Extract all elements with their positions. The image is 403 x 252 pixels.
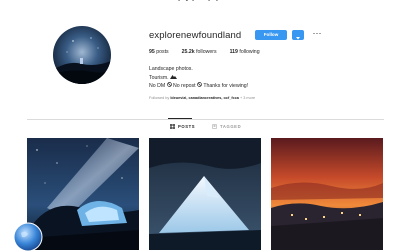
- active-tab-indicator: [168, 118, 192, 119]
- post-image-milky-way: [27, 138, 139, 250]
- tab-label: POSTS: [178, 124, 196, 129]
- profile-username: explorenewfoundland: [149, 30, 242, 41]
- followers-stat[interactable]: 25.2k followers: [182, 49, 217, 55]
- tabs-divider: [27, 119, 384, 120]
- mountain-icon: [170, 74, 178, 79]
- tag-icon: [212, 124, 217, 129]
- profile-bio: Landscape photos. Tourism. No DM No repo…: [149, 65, 248, 91]
- more-options-button[interactable]: ···: [310, 28, 324, 40]
- followed-by[interactable]: Followed by bleuevizi, canadiancreatives…: [149, 96, 255, 100]
- bio-text: No repost: [173, 83, 196, 89]
- grid-icon: [170, 124, 175, 129]
- avatar-image: [53, 26, 111, 84]
- posts-count: 95: [149, 49, 155, 55]
- following-count: 119: [229, 49, 238, 55]
- followers-label: followers: [196, 49, 217, 55]
- instagram-logo-fragment: [178, 0, 218, 2]
- tab-label: TAGGED: [220, 124, 242, 129]
- profile-stats: 95 posts 25.2k followers 119 following: [149, 49, 260, 55]
- no-entry-icon: [197, 82, 202, 87]
- followed-by-names: bleuevizi, canadiancreatives, ocf_fcca: [170, 96, 239, 100]
- follow-button[interactable]: Follow: [255, 30, 287, 40]
- following-stat[interactable]: 119 following: [230, 49, 260, 55]
- post-image-iceberg: [149, 138, 261, 250]
- bio-line: No DM No repost Thanks for viewing!: [149, 82, 248, 91]
- following-label: following: [239, 49, 260, 55]
- posts-label: posts: [156, 49, 169, 55]
- followed-by-more: + 3 more: [238, 96, 256, 100]
- bio-text: Thanks for viewing!: [203, 83, 249, 89]
- bio-text: Tourism.: [149, 74, 171, 81]
- posts-stat: 95 posts: [149, 49, 169, 55]
- post-thumbnail[interactable]: [271, 138, 383, 250]
- chevron-down-icon: [296, 37, 300, 40]
- suggestions-dropdown-button[interactable]: [292, 30, 304, 40]
- followers-count: 25.2k: [181, 49, 195, 55]
- post-thumbnail[interactable]: [27, 138, 139, 250]
- globe-icon[interactable]: [13, 222, 43, 252]
- followed-by-prefix: Followed by: [149, 96, 171, 100]
- more-icon: ···: [312, 28, 322, 38]
- profile-avatar[interactable]: [53, 26, 111, 84]
- post-thumbnail[interactable]: [149, 138, 261, 250]
- post-image-sunset-town: [271, 138, 383, 250]
- bio-line: Landscape photos.: [149, 66, 193, 72]
- tab-tagged[interactable]: TAGGED: [212, 124, 241, 129]
- no-entry-icon: [166, 82, 172, 87]
- bio-line: Tourism.: [149, 74, 248, 83]
- bio-text: No DM: [149, 83, 166, 89]
- tab-posts[interactable]: POSTS: [170, 124, 195, 129]
